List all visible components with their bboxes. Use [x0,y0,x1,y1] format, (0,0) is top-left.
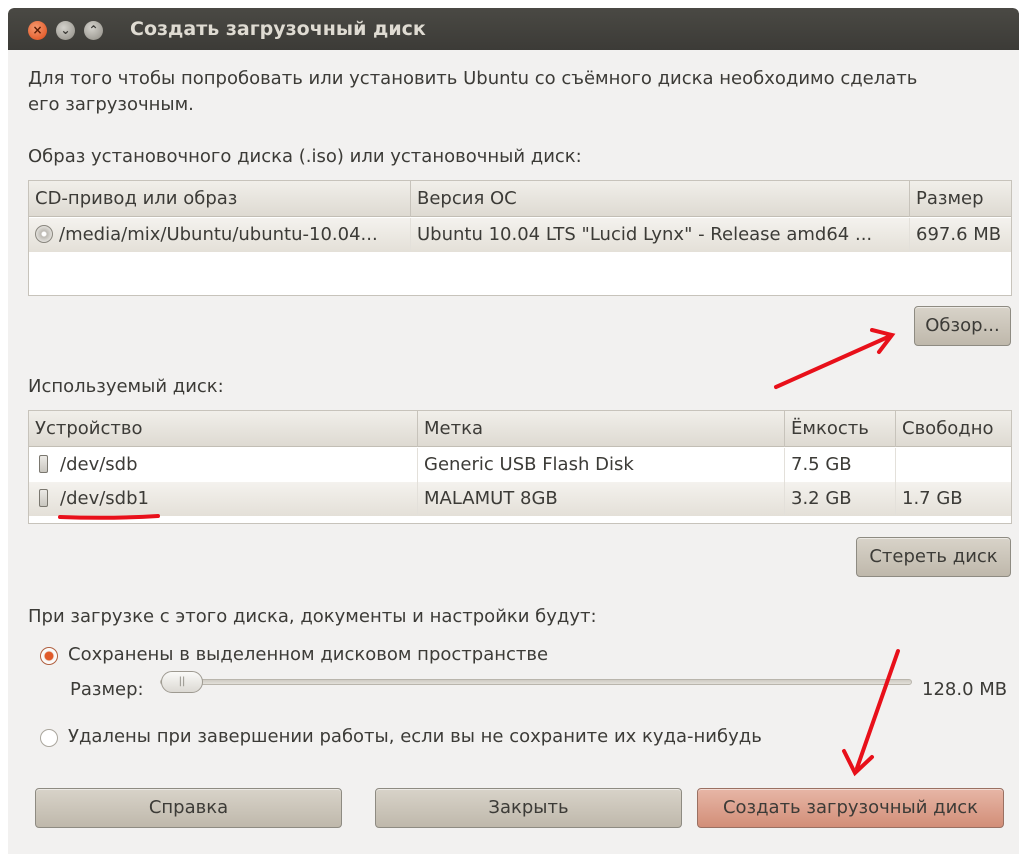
keep-data-radio[interactable] [40,647,58,665]
column-header-os-version[interactable]: Версия ОС [411,181,910,217]
disk-capacity-cell: 3.2 GB [785,482,896,516]
disk-device-cell: /dev/sdb [29,448,418,482]
window-title: Создать загрузочный диск [130,18,426,40]
create-boot-disk-button[interactable]: Создать загрузочный диск [697,788,1004,828]
disk-label-cell: Generic USB Flash Disk [418,448,785,482]
source-path: /media/mix/Ubuntu/ubuntu-10.04... [59,224,378,245]
usb-drive-icon [39,489,48,507]
source-path-cell: /media/mix/Ubuntu/ubuntu-10.04... [29,218,411,252]
column-header-capacity[interactable]: Ёмкость [785,411,896,447]
column-header-size[interactable]: Размер [910,181,1013,217]
size-slider-handle[interactable]: || [161,671,203,693]
intro-text-line1: Для того чтобы попробовать или установит… [28,68,918,89]
source-table-header: CD-привод или образ Версия ОС Размер [29,181,1011,217]
disk-section-label: Используемый диск: [28,376,224,397]
intro-text-line2: его загрузочным. [28,94,194,115]
size-value: 128.0 MB [922,679,1008,700]
usb-drive-icon [39,455,48,473]
source-version-cell: Ubuntu 10.04 LTS "Lucid Lynx" - Release … [411,218,910,252]
disk-row-selected[interactable]: /dev/sdb1 MALAMUT 8GB 3.2 GB 1.7 GB [29,482,1011,516]
column-header-device[interactable]: Устройство [29,411,418,447]
maximize-window-icon[interactable]: ⌃ [84,21,103,40]
help-button[interactable]: Справка [35,788,342,828]
close-button[interactable]: Закрыть [375,788,682,828]
source-row[interactable]: /media/mix/Ubuntu/ubuntu-10.04... Ubuntu… [29,218,1011,252]
disk-capacity-cell: 7.5 GB [785,448,896,482]
close-window-icon[interactable]: × [28,21,47,40]
column-header-cd-drive[interactable]: CD-привод или образ [29,181,411,217]
cd-icon [35,225,53,243]
keep-data-label[interactable]: Сохранены в выделенном дисковом простран… [68,644,548,665]
disk-table: Устройство Метка Ёмкость Свободно /dev/s… [28,410,1012,524]
minimize-window-icon[interactable]: ⌄ [56,21,75,40]
disk-table-header: Устройство Метка Ёмкость Свободно [29,411,1011,447]
disk-device: /dev/sdb1 [60,488,149,509]
source-table: CD-привод или образ Версия ОС Размер /me… [28,180,1012,296]
disk-free-cell [896,448,1013,482]
column-header-label[interactable]: Метка [418,411,785,447]
disk-device: /dev/sdb [60,454,138,475]
size-slider-track[interactable] [160,679,912,685]
title-bar[interactable]: × ⌄ ⌃ Создать загрузочный диск [8,8,1019,50]
disk-row[interactable]: /dev/sdb Generic USB Flash Disk 7.5 GB [29,448,1011,482]
source-size-cell: 697.6 MB [916,224,1002,245]
browse-button[interactable]: Обзор... [914,306,1011,346]
erase-disk-button[interactable]: Стереть диск [856,537,1011,577]
disk-label-cell: MALAMUT 8GB [418,482,785,516]
column-header-free[interactable]: Свободно [896,411,1013,447]
source-section-label: Образ установочного диска (.iso) или уст… [28,146,582,167]
disk-free-cell: 1.7 GB [902,488,963,509]
persistence-section-label: При загрузке с этого диска, документы и … [28,606,597,627]
disk-device-cell: /dev/sdb1 [29,482,418,516]
size-label: Размер: [70,679,144,700]
discard-data-label[interactable]: Удалены при завершении работы, если вы н… [68,726,762,747]
discard-data-radio[interactable] [40,729,58,747]
